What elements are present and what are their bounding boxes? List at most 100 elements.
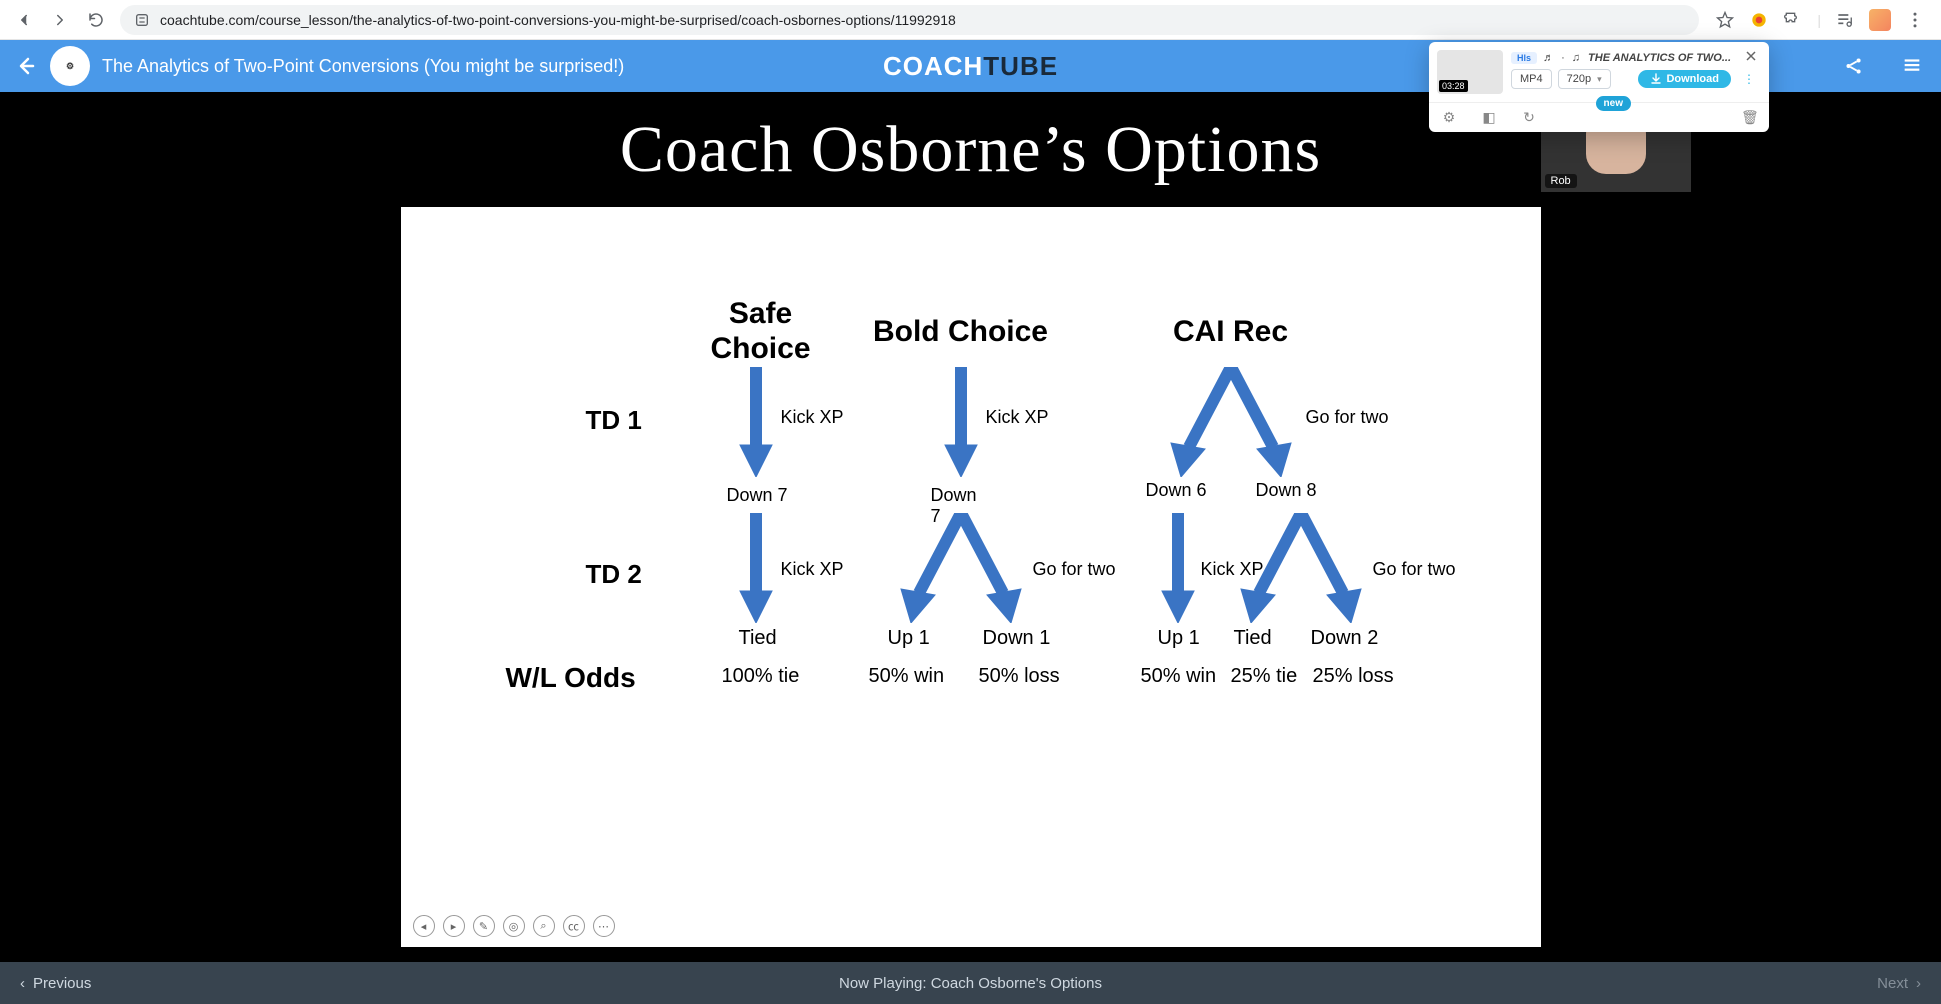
dots-vertical-icon: [1905, 10, 1925, 30]
download-title: THE ANALYTICS OF TWO...: [1588, 52, 1735, 64]
download-more-button[interactable]: ⋮: [1737, 72, 1761, 86]
arrow-right-icon: [51, 11, 69, 29]
logo-part-2: TUBE: [983, 51, 1058, 81]
slide: Coach Osborne’s Options Rob Safe Choice …: [401, 92, 1541, 962]
reload-button[interactable]: [84, 8, 108, 32]
odds-bold-loss: 50% loss: [979, 665, 1060, 688]
slide-content: Safe Choice Bold Choice CAI Rec TD 1 TD …: [401, 207, 1541, 947]
download-button[interactable]: Download: [1638, 70, 1731, 88]
previous-label: Previous: [33, 975, 91, 992]
outcome-bold-win: Up 1: [888, 627, 930, 650]
extensions-button[interactable]: [1783, 10, 1803, 30]
star-icon: [1715, 10, 1735, 30]
forward-button[interactable]: [48, 8, 72, 32]
list-music-icon: [1835, 10, 1855, 30]
lesson-nav-bar: ‹ Previous Now Playing: Coach Osborne's …: [0, 962, 1941, 1004]
arrow-safe-td2: [736, 513, 776, 623]
course-logo[interactable]: ⚙: [50, 46, 90, 86]
list-icon: [1901, 55, 1923, 77]
video-area: Coach Osborne’s Options Rob Safe Choice …: [0, 92, 1941, 962]
col-header-safe: Safe Choice: [681, 297, 841, 366]
ctrl-pen[interactable]: ✎: [473, 915, 495, 937]
download-duration: 03:28: [1439, 80, 1468, 92]
odds-bold-win: 50% win: [869, 665, 945, 688]
close-icon: [1745, 50, 1757, 62]
logo-part-1: COACH: [883, 51, 983, 81]
reload-icon: [87, 11, 105, 29]
col-header-bold: Bold Choice: [851, 315, 1071, 349]
label-bold-td2-action: Go for two: [1033, 559, 1116, 580]
next-label: Next: [1877, 975, 1908, 992]
state-bold-after-td1: Down 7: [931, 485, 981, 527]
download-button-label: Download: [1666, 73, 1719, 85]
dl-delete-button[interactable]: 🗑: [1741, 109, 1757, 126]
extension-button[interactable]: [1749, 10, 1769, 30]
arrow-cai-td1-split: [1161, 367, 1301, 477]
outcome-bold-loss: Down 1: [983, 627, 1051, 650]
row-label-odds: W/L Odds: [506, 662, 636, 694]
back-button[interactable]: [12, 8, 36, 32]
url-text: coachtube.com/course_lesson/the-analytic…: [160, 12, 956, 28]
ctrl-next[interactable]: ▸: [443, 915, 465, 937]
outcome-cai-b: Tied: [1234, 627, 1272, 650]
previous-lesson-button[interactable]: ‹ Previous: [20, 975, 91, 992]
download-quality-select[interactable]: 720p ▾: [1558, 69, 1611, 89]
reading-list-button[interactable]: [1835, 10, 1855, 30]
outcome-safe: Tied: [739, 627, 777, 650]
presenter-name: Rob: [1545, 174, 1577, 188]
arrow-safe-td1: [736, 367, 776, 477]
browser-right-icons: |: [1711, 9, 1929, 31]
outcome-cai-a: Up 1: [1158, 627, 1200, 650]
arrow-bold-td2-split: [891, 513, 1031, 623]
profile-avatar[interactable]: [1869, 9, 1891, 31]
odds-cai-win: 50% win: [1141, 665, 1217, 688]
ctrl-more[interactable]: ⋯: [593, 915, 615, 937]
odds-cai-loss: 25% loss: [1313, 665, 1394, 688]
outcome-cai-c: Down 2: [1311, 627, 1379, 650]
now-playing-title: Coach Osborne's Options: [931, 975, 1102, 992]
slide-controls: ◂ ▸ ✎ ◎ ⌕ ㏄ ⋯: [413, 915, 615, 937]
label-cai-td2-right-action: Go for two: [1373, 559, 1456, 580]
label-safe-td1-action: Kick XP: [781, 407, 844, 428]
download-title-prefix: ♬ · ♫: [1543, 52, 1582, 64]
next-lesson-button[interactable]: Next ›: [1877, 975, 1921, 992]
app-back-button[interactable]: [0, 40, 50, 92]
ctrl-prev[interactable]: ◂: [413, 915, 435, 937]
share-button[interactable]: [1825, 40, 1883, 92]
now-playing-prefix: Now Playing:: [839, 975, 931, 992]
course-title: The Analytics of Two-Point Conversions (…: [102, 56, 624, 77]
ctrl-laser[interactable]: ◎: [503, 915, 525, 937]
download-icon: [1650, 73, 1662, 85]
ctrl-zoom[interactable]: ⌕: [533, 915, 555, 937]
col-header-cai: CAI Rec: [1141, 315, 1321, 349]
download-format-select[interactable]: MP4: [1511, 69, 1552, 89]
ctrl-captions[interactable]: ㏄: [563, 915, 585, 937]
address-bar[interactable]: coachtube.com/course_lesson/the-analytic…: [120, 5, 1699, 35]
site-settings-icon: [134, 12, 150, 28]
bookmark-button[interactable]: [1715, 10, 1735, 30]
site-logo[interactable]: COACHTUBE: [883, 51, 1058, 82]
extension-color-icon: [1749, 10, 1769, 30]
download-thumbnail[interactable]: 03:28: [1437, 50, 1503, 94]
odds-cai-tie: 25% tie: [1231, 665, 1298, 688]
row-label-td2: TD 2: [586, 559, 642, 590]
slide-title: Coach Osborne’s Options: [401, 92, 1541, 188]
new-badge: new: [1596, 96, 1631, 111]
dl-history-button[interactable]: ↻: [1521, 109, 1537, 126]
arrow-bold-td1: [941, 367, 981, 477]
arrow-left-icon: [15, 11, 33, 29]
download-format-badge: Hls: [1511, 52, 1537, 64]
share-icon: [1843, 55, 1865, 77]
now-playing: Now Playing: Coach Osborne's Options: [839, 975, 1102, 992]
download-close-button[interactable]: [1741, 50, 1761, 65]
row-label-td1: TD 1: [586, 405, 642, 436]
chevron-left-icon: ‹: [20, 975, 25, 992]
dl-panel-button[interactable]: ◧: [1481, 109, 1497, 126]
dl-settings-button[interactable]: ⚙: [1441, 109, 1457, 126]
more-button[interactable]: [1905, 10, 1925, 30]
state-cai-td1-fail: Down 8: [1256, 480, 1317, 501]
download-popup: 03:28 Hls ♬ · ♫ THE ANALYTICS OF TWO... …: [1429, 42, 1769, 132]
lesson-list-button[interactable]: [1883, 40, 1941, 92]
label-cai-td1-action: Go for two: [1306, 407, 1389, 428]
odds-safe: 100% tie: [722, 665, 800, 688]
